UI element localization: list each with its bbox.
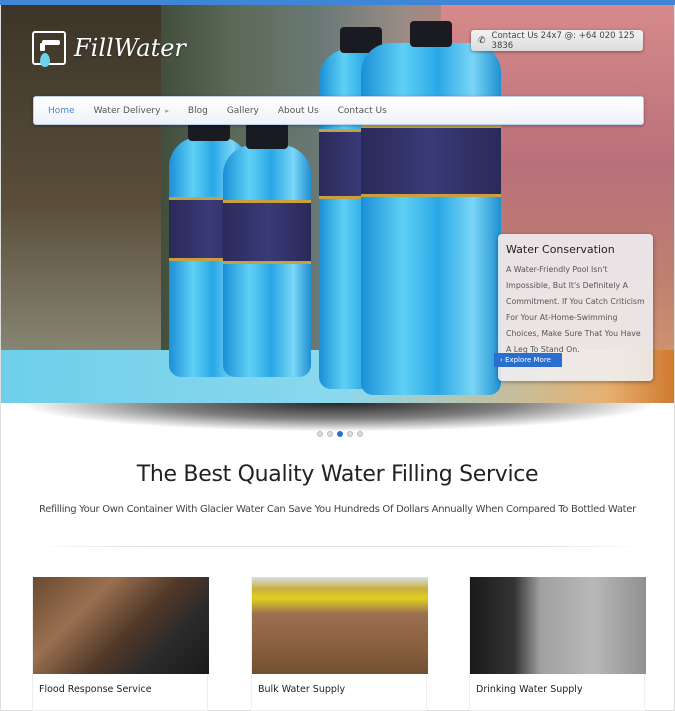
nav-label: Water Delivery [93, 105, 161, 116]
nav-item-gallery[interactable]: Gallery [227, 106, 259, 116]
nav-label: Blog [187, 105, 208, 116]
water-tap-icon [32, 31, 66, 67]
service-card-drinking-water[interactable]: Drinking Water Supply [469, 577, 646, 711]
section-divider [33, 546, 643, 547]
slider-pagination [317, 431, 363, 437]
nav-item-contact-us[interactable]: Contact Us [338, 106, 387, 116]
caption-text: A Water-Friendly Pool Isn't Impossible, … [506, 265, 645, 354]
slide-dot-2[interactable] [327, 431, 333, 437]
explore-more-button[interactable]: › Explore More [494, 353, 562, 367]
service-title[interactable]: Bulk Water Supply [252, 674, 426, 695]
service-image[interactable] [252, 577, 428, 674]
service-image[interactable] [33, 577, 209, 674]
slide-caption: Water Conservation A Water-Friendly Pool… [494, 234, 653, 381]
bottle-image [223, 123, 311, 377]
page-headline: The Best Quality Water Filling Service [136, 462, 539, 487]
service-title[interactable]: Drinking Water Supply [470, 674, 644, 695]
nav-label: Home [48, 105, 75, 116]
nav-item-home[interactable]: Home [48, 106, 75, 116]
service-card-flood-response[interactable]: Flood Response Service [32, 577, 209, 711]
contact-text: Contact Us 24x7 @: +64 020 125 3836 [491, 30, 635, 51]
nav-item-about-us[interactable]: About Us [278, 106, 319, 116]
slide-dot-1[interactable] [317, 431, 323, 437]
nav-label: About Us [277, 105, 319, 116]
page-subheadline: Refilling Your Own Container With Glacie… [39, 504, 636, 515]
nav-item-blog[interactable]: Blog [188, 106, 208, 116]
nav-item-water-delivery[interactable]: Water Delivery ▸ [94, 106, 169, 116]
chevron-right-icon: ▸ [165, 106, 169, 115]
site-logo[interactable]: FillWater [32, 31, 186, 67]
service-card-bulk-water[interactable]: Bulk Water Supply [251, 577, 428, 711]
service-image[interactable] [470, 577, 646, 674]
brand-name: FillWater [74, 34, 186, 62]
contact-badge[interactable]: ✆ Contact Us 24x7 @: +64 020 125 3836 [471, 30, 643, 51]
nav-label: Gallery [226, 105, 259, 116]
service-title[interactable]: Flood Response Service [33, 674, 207, 695]
slider-shadow [25, 403, 650, 431]
slide-dot-4[interactable] [347, 431, 353, 437]
slide-dot-5[interactable] [357, 431, 363, 437]
nav-label: Contact Us [337, 105, 387, 116]
phone-icon: ✆ [478, 35, 486, 46]
main-navigation: Home Water Delivery ▸ Blog Gallery About … [33, 96, 644, 125]
caption-title: Water Conservation [506, 243, 615, 256]
slide-dot-3[interactable] [337, 431, 343, 437]
